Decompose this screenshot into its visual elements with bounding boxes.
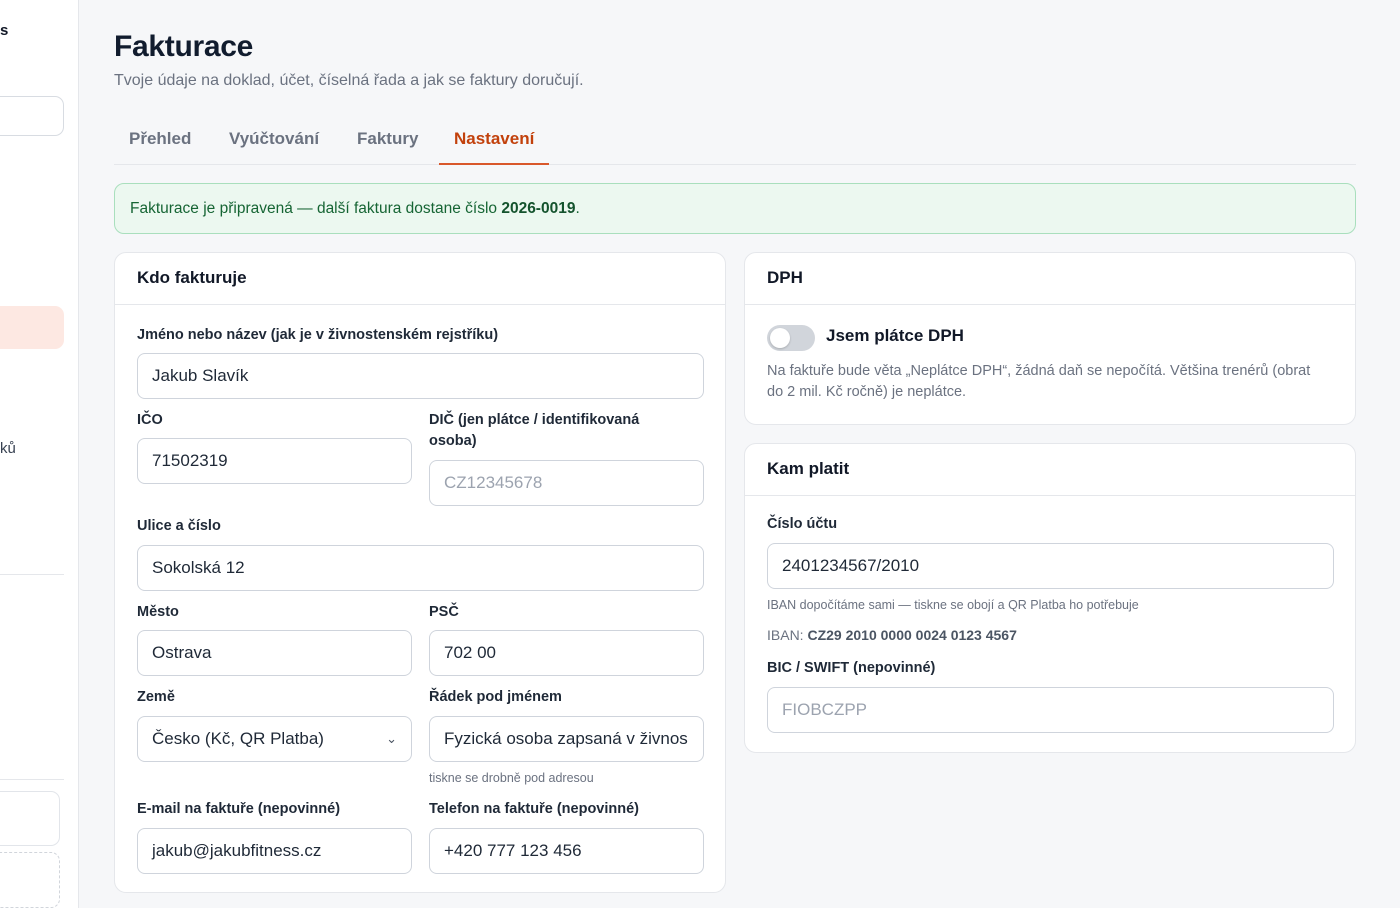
zip-input[interactable]: 702 00 [429, 630, 704, 676]
issuer-card: Kdo fakturuje Jméno nebo název (jak je v… [114, 252, 726, 893]
tab-overview[interactable]: Přehled [114, 117, 206, 164]
country-select-value: Česko (Kč, QR Platba) [152, 729, 324, 748]
ico-label: IČO [137, 412, 163, 428]
name-input[interactable]: Jakub Slavík [137, 353, 704, 399]
phone-label: Telefon na faktuře (nepovinné) [429, 801, 640, 817]
next-invoice-number: 2026-0019 [501, 200, 576, 217]
toggle-knob [770, 328, 790, 348]
dic-label: DIČ (jen plátce / identifikovaná osoba) [429, 412, 640, 449]
vat-card: DPH Jsem plátce DPH Na faktuře bude věta… [744, 252, 1356, 425]
tab-bar: Přehled Vyúčtování Faktury Nastavení [114, 117, 1356, 165]
payment-card-title: Kam platit [745, 444, 1355, 496]
ready-notice: Fakturace je připravená — další faktura … [114, 183, 1356, 234]
dic-input[interactable]: CZ12345678 [429, 460, 704, 506]
bic-label: BIC / SWIFT (nepovinné) [767, 660, 936, 676]
sidebar-brand: s [0, 22, 9, 39]
sidebar-divider [0, 574, 64, 575]
account-hint: IBAN dopočítáme sami — tiskne se obojí a… [767, 598, 1139, 612]
street-label: Ulice a číslo [137, 518, 221, 534]
city-label: Město [137, 604, 179, 620]
zip-label: PSČ [429, 604, 459, 620]
sidebar-account-card[interactable] [0, 791, 60, 846]
sidebar-item-active[interactable] [0, 306, 64, 349]
notice-text: Fakturace je připravená — další faktura … [130, 200, 502, 217]
subline-input[interactable]: Fyzická osoba zapsaná v živnos [429, 716, 704, 762]
sidebar: s ků [0, 0, 79, 908]
city-input[interactable]: Ostrava [137, 630, 412, 676]
tab-billing[interactable]: Vyúčtování [214, 117, 334, 164]
tab-invoices[interactable]: Faktury [342, 117, 433, 164]
name-label: Jméno nebo název (jak je v živnostenském… [137, 327, 499, 343]
country-label: Země [137, 689, 175, 705]
tab-settings[interactable]: Nastavení [439, 117, 550, 165]
account-input[interactable]: 2401234567/2010 [767, 543, 1334, 589]
bic-input[interactable]: FIOBCZPP [767, 687, 1334, 733]
sidebar-divider [0, 779, 64, 780]
sidebar-add-slot[interactable] [0, 852, 60, 908]
notice-suffix: . [575, 200, 580, 217]
vat-payer-label[interactable]: Jsem plátce DPH [826, 326, 964, 346]
account-label: Číslo účtu [767, 516, 838, 532]
page-subtitle: Tvoje údaje na doklad, účet, číselná řad… [114, 72, 584, 89]
email-label: E-mail na faktuře (nepovinné) [137, 801, 341, 817]
vat-description: Na faktuře bude věta „Neplátce DPH“, žád… [767, 363, 1311, 400]
subline-hint: tiskne se drobně pod adresou [429, 771, 594, 785]
chevron-down-icon: ⌄ [386, 731, 397, 746]
issuer-card-title: Kdo fakturuje [115, 253, 725, 305]
payment-card: Kam platit Číslo účtu 2401234567/2010 IB… [744, 443, 1356, 753]
sidebar-search-input[interactable] [0, 96, 64, 136]
vat-card-title: DPH [745, 253, 1355, 305]
subline-label: Řádek pod jménem [429, 689, 562, 705]
phone-input[interactable]: +420 777 123 456 [429, 828, 704, 874]
iban-line: IBAN: CZ29 2010 0000 0024 0123 4567 [767, 627, 1017, 643]
iban-value: CZ29 2010 0000 0024 0123 4567 [807, 627, 1017, 643]
street-input[interactable]: Sokolská 12 [137, 545, 704, 591]
iban-prefix: IBAN: [767, 627, 808, 643]
vat-payer-toggle[interactable] [767, 325, 815, 351]
country-select[interactable]: Česko (Kč, QR Platba) ⌄ [137, 716, 412, 762]
email-input[interactable]: jakub@jakubfitness.cz [137, 828, 412, 874]
sidebar-item-label[interactable]: ků [0, 440, 16, 457]
page-title: Fakturace [114, 30, 254, 63]
ico-input[interactable]: 71502319 [137, 438, 412, 484]
